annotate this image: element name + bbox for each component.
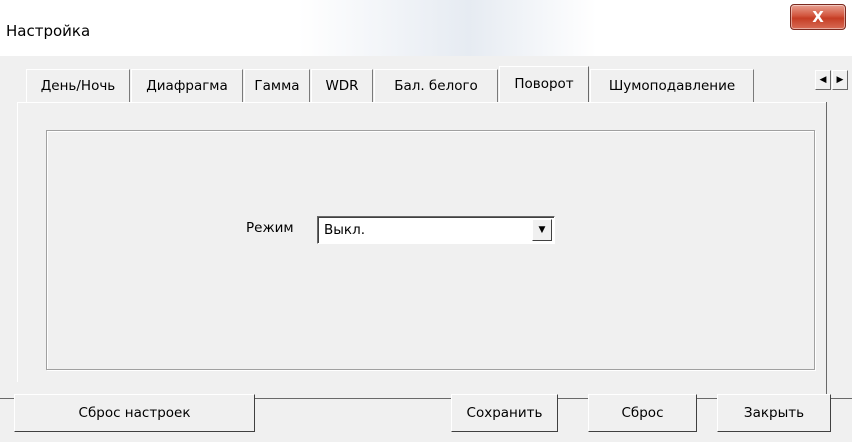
save-button[interactable]: Сохранить bbox=[451, 394, 558, 432]
tab-scroll-right-button[interactable]: ▶ bbox=[832, 70, 848, 90]
close-button[interactable]: Закрыть bbox=[717, 394, 831, 432]
tab-wdr[interactable]: WDR bbox=[311, 69, 373, 102]
close-window-button[interactable]: X bbox=[790, 4, 846, 30]
chevron-down-icon: ▼ bbox=[538, 225, 546, 235]
arrow-right-icon: ▶ bbox=[836, 75, 844, 85]
rotation-group bbox=[46, 130, 815, 370]
tab-white-balance[interactable]: Бал. белого bbox=[374, 69, 498, 102]
panel-border-right bbox=[826, 102, 827, 394]
mode-dropdown-button[interactable]: ▼ bbox=[532, 219, 552, 241]
bottom-divider bbox=[0, 398, 14, 399]
tab-iris[interactable]: Диафрагма bbox=[131, 69, 243, 102]
title-bar: Настройка X bbox=[0, 0, 852, 56]
panel-border-top bbox=[17, 102, 827, 103]
tab-noise-reduction[interactable]: Шумоподавление bbox=[590, 69, 754, 102]
reset-settings-button[interactable]: Сброс настроек bbox=[14, 394, 255, 432]
tab-scroll-left-button[interactable]: ◀ bbox=[815, 70, 831, 90]
tab-day-night[interactable]: День/Ночь bbox=[26, 69, 130, 102]
mode-label: Режим bbox=[246, 220, 294, 236]
mode-select-value: Выкл. bbox=[324, 222, 365, 238]
tab-rotation[interactable]: Поворот bbox=[499, 66, 589, 102]
bottom-divider bbox=[558, 398, 588, 399]
tab-gamma[interactable]: Гамма bbox=[244, 69, 310, 102]
arrow-left-icon: ◀ bbox=[819, 75, 827, 85]
bottom-divider bbox=[697, 398, 717, 399]
panel-border-left bbox=[17, 102, 18, 382]
bottom-divider bbox=[831, 398, 852, 399]
reset-button[interactable]: Сброс bbox=[588, 394, 697, 432]
window-title: Настройка bbox=[6, 22, 91, 40]
bottom-divider bbox=[255, 398, 451, 399]
mode-select[interactable]: Выкл. ▼ bbox=[317, 216, 555, 244]
